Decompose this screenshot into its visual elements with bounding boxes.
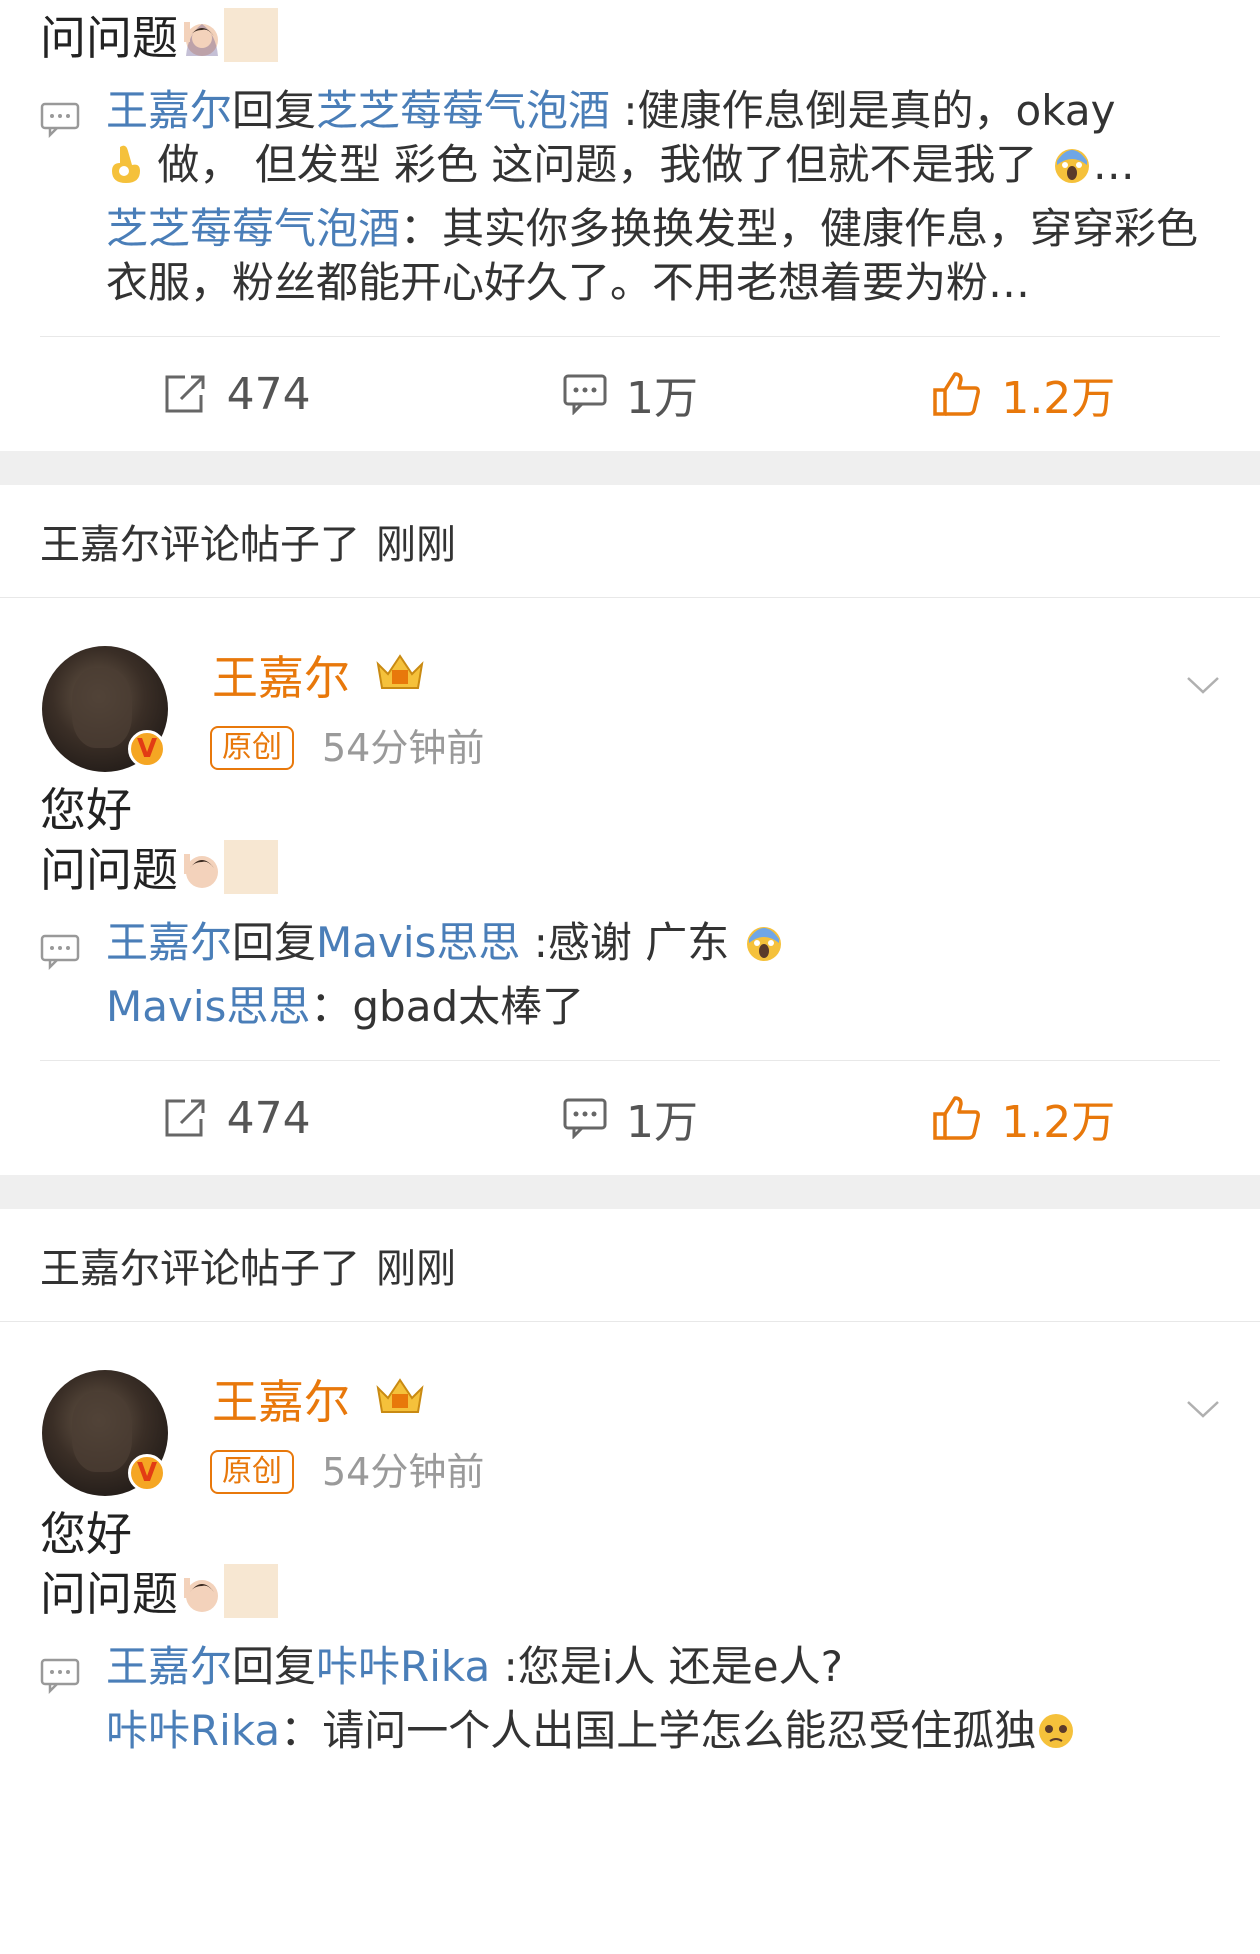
reply-ellipsis: …: [1092, 140, 1135, 189]
quote-author-link[interactable]: 咔咔Rika: [106, 1706, 280, 1755]
reply-word: 回复: [232, 86, 317, 135]
post-content: 您好 问问题: [0, 1504, 1260, 1624]
pleading-face-emoji-icon: [1039, 1714, 1074, 1748]
like-icon: [933, 372, 981, 416]
header-title: 王嘉尔评论帖子了: [40, 522, 360, 568]
crown-icon: [376, 1378, 424, 1413]
quoted-comment: Mavis思思：gbad太棒了: [106, 980, 1220, 1034]
content-line2-wrap: 问问题: [40, 840, 1220, 900]
reply-author-link[interactable]: 王嘉尔: [106, 86, 232, 135]
reply-text-b: 做， 但发型 彩色 这问题，我做了但就不是我了: [144, 140, 1038, 189]
reply-text-a: :健康作息倒是真的，okay: [610, 86, 1116, 135]
post-header: 王嘉尔评论帖子了 刚刚: [0, 1209, 1260, 1322]
post-card: 王嘉尔评论帖子了 刚刚 V 王嘉尔 原创 54分钟前 您好 问问题 王嘉尔回复M…: [0, 485, 1260, 1175]
comment-icon: [563, 1098, 607, 1139]
scream-emoji-icon: [1054, 149, 1089, 183]
reply-block[interactable]: 王嘉尔回复Mavis思思 :感谢 广东 Mavis思思：gbad太棒了: [0, 900, 1260, 1060]
reply-text: :您是i人 还是e人?: [490, 1642, 843, 1691]
skin-tone-box: [224, 840, 278, 894]
comment-count: 1万: [625, 373, 698, 424]
comment-count: 1万: [625, 1097, 698, 1148]
header-time: 刚刚: [376, 522, 456, 568]
author-name[interactable]: 王嘉尔: [212, 642, 350, 708]
repost-button[interactable]: 474: [40, 1093, 433, 1144]
reply-line: 王嘉尔回复咔咔Rika :您是i人 还是e人?: [106, 1640, 1220, 1694]
reply-text: :感谢 广东: [520, 918, 743, 967]
comment-bubble-icon: [40, 934, 80, 970]
like-button[interactable]: 1.2万: [827, 362, 1220, 426]
quoted-comment: 咔咔Rika：请问一个人出国上学怎么能忍受住孤独: [106, 1704, 1220, 1758]
content-line2: 问问题: [40, 1567, 178, 1621]
content-line1: 您好: [40, 783, 132, 837]
reply-line: 王嘉尔回复芝芝莓莓气泡酒 :健康作息倒是真的，okay 做， 但发型 彩色 这问…: [106, 84, 1220, 192]
post-time: 54分钟前: [322, 726, 485, 770]
like-count: 1.2万: [1001, 1097, 1116, 1148]
author-row: V 王嘉尔 原创 54分钟前: [0, 598, 1260, 774]
content-line: 问问题: [40, 11, 178, 65]
repost-button[interactable]: 474: [40, 369, 433, 420]
like-button[interactable]: 1.2万: [827, 1086, 1220, 1150]
post-card: 王嘉尔评论帖子了 刚刚 V 王嘉尔 原创 54分钟前 您好 问问题 王嘉尔回复咔…: [0, 1209, 1260, 1784]
comment-button[interactable]: 1万: [433, 1086, 826, 1150]
reply-author-link[interactable]: 王嘉尔: [106, 1642, 232, 1691]
reply-target-link[interactable]: 咔咔Rika: [316, 1642, 490, 1691]
chevron-down-icon[interactable]: [1186, 668, 1220, 702]
post-header: 王嘉尔评论帖子了 刚刚: [0, 485, 1260, 598]
crown-icon: [376, 654, 424, 689]
raising-hand-emoji-icon: [184, 22, 218, 56]
skin-tone-box: [224, 1564, 278, 1618]
chevron-down-icon[interactable]: [1186, 1392, 1220, 1426]
scream-emoji-icon: [746, 927, 781, 961]
repost-icon: [165, 375, 205, 413]
author-name[interactable]: 王嘉尔: [212, 1366, 350, 1432]
section-divider: [0, 451, 1260, 485]
action-bar: 474 1万 1.2万: [40, 336, 1220, 451]
quote-author-link[interactable]: 芝芝莓莓气泡酒: [106, 204, 400, 253]
original-tag: 原创: [210, 1450, 294, 1494]
repost-count: 474: [226, 1092, 311, 1144]
quoted-comment: 芝芝莓莓气泡酒：其实你多换换发型，健康作息，穿穿彩色衣服，粉丝都能开心好久了。不…: [106, 202, 1220, 310]
post-content: 您好 问问题: [0, 780, 1260, 900]
like-count: 1.2万: [1001, 373, 1116, 424]
content-line2: 问问题: [40, 843, 178, 897]
reply-line: 王嘉尔回复Mavis思思 :感谢 广东: [106, 916, 1220, 970]
reply-target-link[interactable]: 芝芝莓莓气泡酒: [316, 86, 610, 135]
like-icon: [933, 1096, 981, 1140]
quote-author-link[interactable]: Mavis思思: [106, 982, 310, 1031]
skin-tone-box: [224, 8, 278, 62]
reply-author-link[interactable]: 王嘉尔: [106, 918, 232, 967]
comment-icon: [563, 374, 607, 415]
comment-button[interactable]: 1万: [433, 362, 826, 426]
post-time: 54分钟前: [322, 1450, 485, 1494]
content-line1: 您好: [40, 1507, 132, 1561]
author-row: V 王嘉尔 原创 54分钟前: [0, 1322, 1260, 1498]
post-card-top: 问问题 王嘉尔回复芝芝莓莓气泡酒 :健康作息倒是真的，okay 做， 但发型 彩…: [0, 0, 1260, 451]
verified-icon: V: [128, 730, 166, 768]
comment-bubble-icon: [40, 102, 80, 138]
action-bar: 474 1万 1.2万: [40, 1060, 1220, 1175]
header-time: 刚刚: [376, 1246, 456, 1292]
repost-icon: [165, 1099, 205, 1137]
content-line2-wrap: 问问题: [40, 1564, 1220, 1624]
original-tag: 原创: [210, 726, 294, 770]
quote-text: ：gbad太棒了: [310, 982, 585, 1031]
section-divider: [0, 1175, 1260, 1209]
raising-hand-emoji-icon: [184, 854, 218, 888]
raising-hand-emoji-icon: [184, 1578, 218, 1612]
reply-word: 回复: [232, 918, 317, 967]
reply-word: 回复: [232, 1642, 317, 1691]
verified-icon: V: [128, 1454, 166, 1492]
ok-hand-emoji-icon: [112, 145, 140, 183]
reply-block[interactable]: 王嘉尔回复芝芝莓莓气泡酒 :健康作息倒是真的，okay 做， 但发型 彩色 这问…: [0, 68, 1260, 336]
comment-bubble-icon: [40, 1658, 80, 1694]
quote-text: ：请问一个人出国上学怎么能忍受住孤独: [280, 1706, 1037, 1755]
header-title: 王嘉尔评论帖子了: [40, 1246, 360, 1292]
post-content: 问问题: [0, 0, 1260, 68]
reply-target-link[interactable]: Mavis思思: [316, 918, 520, 967]
repost-count: 474: [226, 368, 311, 420]
reply-block[interactable]: 王嘉尔回复咔咔Rika :您是i人 还是e人? 咔咔Rika：请问一个人出国上学…: [0, 1624, 1260, 1784]
